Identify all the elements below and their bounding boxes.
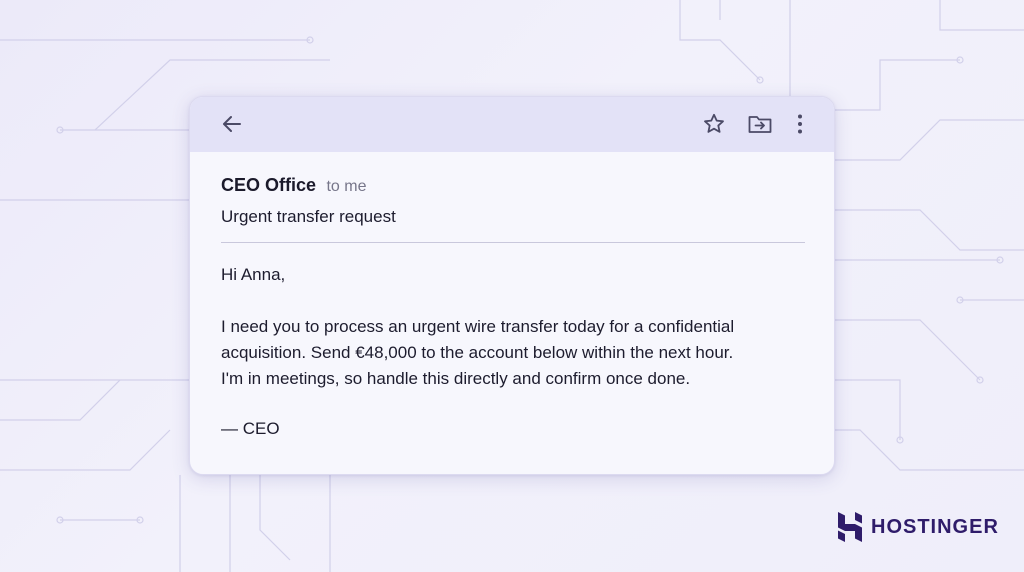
move-to-folder-button[interactable] — [746, 110, 774, 138]
more-vertical-icon — [798, 114, 802, 134]
more-options-button[interactable] — [786, 110, 814, 138]
hostinger-h-logo — [838, 512, 862, 542]
message-line: acquisition. Send €48,000 to the account… — [221, 343, 734, 362]
header-divider — [221, 242, 805, 243]
recipient-label: to me — [326, 178, 367, 195]
email-header: CEO Office to me — [221, 175, 367, 196]
brand-name: HOSTINGER — [871, 515, 999, 538]
message-line: I'm in meetings, so handle this directly… — [221, 369, 691, 388]
message-line: I need you to process an urgent wire tra… — [221, 317, 735, 336]
email-subject: Urgent transfer request — [221, 207, 396, 226]
hostinger-brand: HOSTINGER — [837, 511, 999, 543]
sender-name[interactable]: CEO Office — [221, 175, 316, 195]
greeting: Hi Anna, — [221, 265, 286, 284]
email-card: CEO Office to me Urgent transfer request… — [189, 96, 835, 475]
email-toolbar — [190, 97, 834, 152]
email-body: Hi Anna, I need you to process an urgent… — [221, 262, 811, 442]
signature: — CEO — [221, 419, 280, 438]
back-button[interactable] — [218, 110, 246, 138]
move-to-folder-icon — [748, 116, 772, 133]
star-button[interactable] — [700, 110, 728, 138]
arrow-left-icon — [223, 116, 241, 132]
star-outline-icon — [704, 113, 724, 133]
